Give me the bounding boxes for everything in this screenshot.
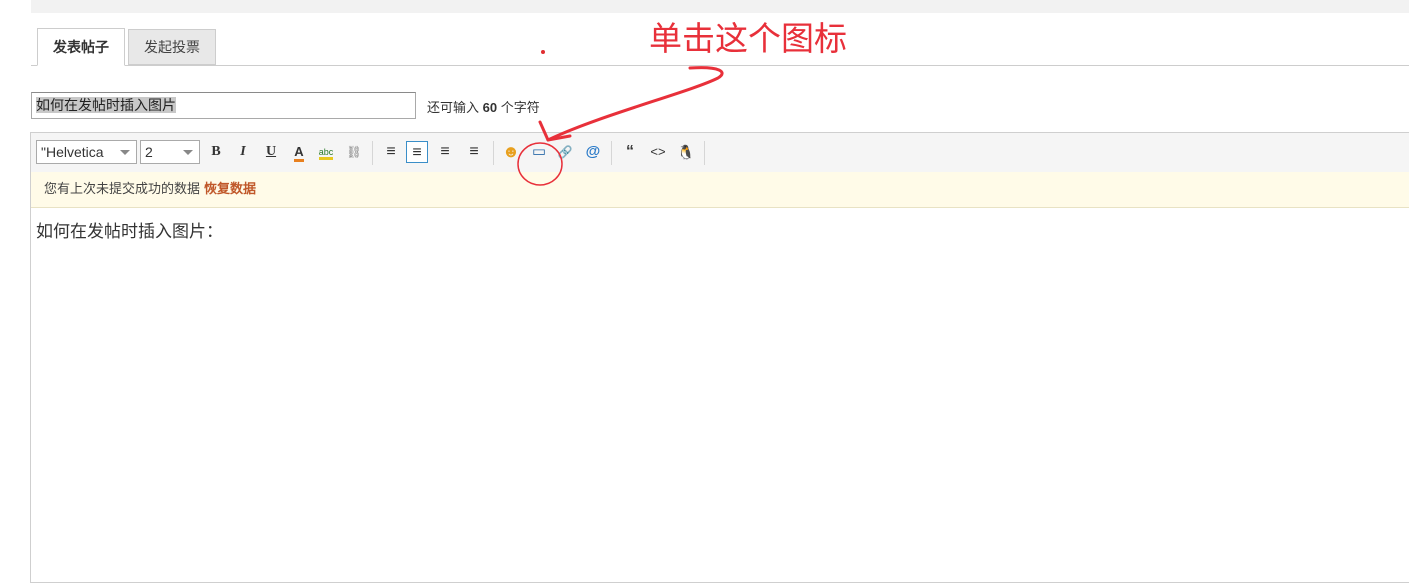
insert-image-icon: ▭: [531, 143, 547, 160]
toolbar-separator: [611, 141, 612, 165]
annotation-text: 单击这个图标: [649, 19, 847, 58]
background-color-icon: abc: [318, 147, 334, 160]
code-icon: <>: [650, 144, 666, 159]
emoji-icon: ☻: [502, 142, 520, 161]
font-family-value: "Helvetica: [41, 144, 104, 160]
italic-button[interactable]: I: [232, 141, 254, 163]
subject-char-counter: 还可输入 60 个字符: [427, 97, 540, 116]
counter-prefix: 还可输入: [427, 100, 480, 115]
subject-input[interactable]: 如何在发帖时插入图片: [31, 92, 416, 119]
insert-image-button[interactable]: ▭: [528, 141, 550, 163]
chevron-down-icon: [120, 150, 130, 155]
chevron-down-icon: [183, 150, 193, 155]
quote-button[interactable]: “: [619, 141, 641, 163]
align-left-icon: ≡: [386, 143, 396, 160]
toolbar-separator: [372, 141, 373, 165]
annotation-dot: [541, 50, 545, 54]
link-icon: ⛓: [346, 145, 362, 159]
draft-recovery-notice: 您有上次未提交成功的数据 恢复数据: [31, 172, 1409, 208]
toolbar-separator: [704, 141, 705, 165]
align-left-button[interactable]: ≡: [380, 141, 402, 163]
annotation-arrow: [546, 66, 724, 142]
notice-text: 您有上次未提交成功的数据: [44, 181, 201, 196]
align-justify-button[interactable]: ≡: [406, 141, 428, 163]
qq-button[interactable]: 🐧: [675, 141, 697, 163]
align-center-button[interactable]: ≡: [434, 141, 456, 163]
font-color-button[interactable]: A: [288, 141, 310, 163]
attachment-button[interactable]: 🔗: [554, 141, 576, 163]
subject-input-value: 如何在发帖时插入图片: [36, 97, 176, 113]
underline-icon: U: [265, 144, 277, 159]
font-size-value: 2: [145, 144, 153, 160]
bold-button[interactable]: B: [205, 141, 227, 163]
link-button[interactable]: ⛓: [343, 141, 365, 163]
font-size-select[interactable]: 2: [140, 140, 200, 164]
font-color-icon: A: [294, 145, 304, 162]
align-right-icon: ≡: [469, 143, 479, 160]
tabs-divider: [31, 65, 1409, 66]
editor-toolbar: "Helvetica 2 B I U A abc ⛓ ≡ ≡ ≡ ≡ ☻ ▭ 🔗…: [31, 133, 1409, 173]
toolbar-separator: [493, 141, 494, 165]
code-button[interactable]: <>: [647, 141, 669, 163]
font-family-select[interactable]: "Helvetica: [36, 140, 137, 164]
align-justify-icon: ≡: [412, 144, 422, 161]
editor-content[interactable]: 如何在发帖时插入图片：: [36, 217, 223, 242]
mention-icon: @: [585, 143, 601, 160]
italic-icon: I: [240, 144, 246, 159]
tab-start-poll[interactable]: 发起投票: [128, 29, 216, 65]
tab-post-thread[interactable]: 发表帖子: [37, 28, 125, 66]
quote-icon: “: [626, 143, 634, 160]
counter-value: 60: [482, 100, 498, 115]
attachment-icon: 🔗: [557, 145, 573, 159]
mention-button[interactable]: @: [582, 141, 604, 163]
qq-icon: 🐧: [677, 144, 695, 160]
rich-text-editor: "Helvetica 2 B I U A abc ⛓ ≡ ≡ ≡ ≡ ☻ ▭ 🔗…: [30, 132, 1409, 583]
bold-icon: B: [211, 144, 221, 159]
counter-suffix: 个字符: [500, 100, 540, 115]
restore-draft-link[interactable]: 恢复数据: [204, 181, 256, 196]
background-color-button[interactable]: abc: [315, 141, 337, 163]
underline-button[interactable]: U: [260, 141, 282, 163]
align-right-button[interactable]: ≡: [463, 141, 485, 163]
emoji-button[interactable]: ☻: [500, 141, 522, 163]
align-center-icon: ≡: [440, 143, 450, 160]
